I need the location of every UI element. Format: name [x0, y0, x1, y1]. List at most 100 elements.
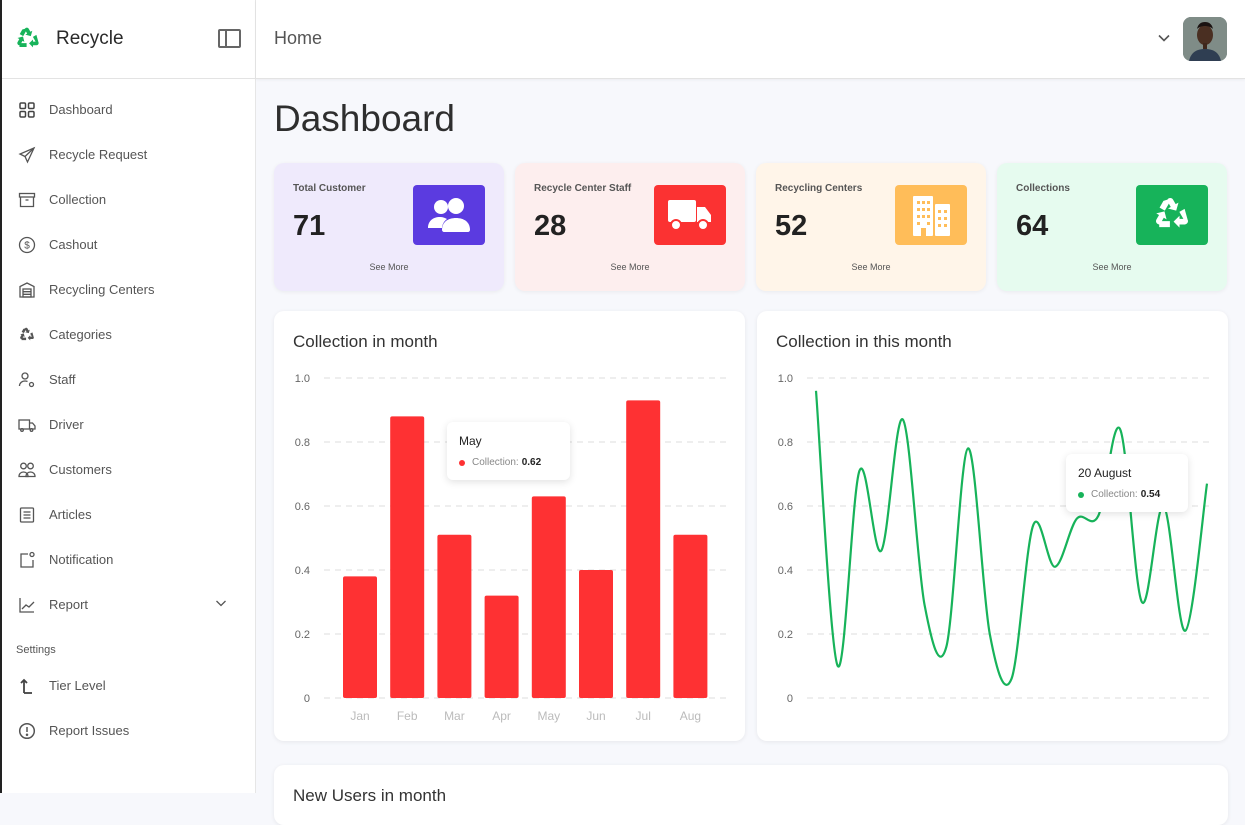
- new-users-panel: New Users in month: [274, 765, 1228, 825]
- chart-title: New Users in month: [293, 786, 446, 806]
- chevron-down-icon[interactable]: [215, 597, 227, 609]
- svg-text:$: $: [24, 240, 30, 251]
- sidebar-item-recycling-centers[interactable]: Recycling Centers: [2, 267, 255, 312]
- sidebar-item-label: Driver: [49, 417, 84, 432]
- y-tick-label: 0.8: [778, 437, 793, 449]
- sidebar-item-label: Report: [49, 597, 88, 612]
- sidebar-item-label: Dashboard: [49, 102, 113, 117]
- stat-label: Total Customer: [293, 183, 366, 194]
- truck-icon: [667, 198, 713, 232]
- chevron-down-icon[interactable]: [1157, 33, 1171, 43]
- bar: [579, 570, 613, 698]
- sidebar-item-label: Cashout: [49, 237, 97, 252]
- sidebar-nav: Dashboard Recycle Request Collection $ C…: [2, 79, 255, 753]
- sidebar-item-tier-level[interactable]: Tier Level: [2, 663, 255, 708]
- sidebar-item-staff[interactable]: Staff: [2, 357, 255, 402]
- sidebar-item-label: Articles: [49, 507, 92, 522]
- bar: [343, 576, 377, 698]
- sidebar-item-report-issues[interactable]: Report Issues: [2, 708, 255, 753]
- sidebar-item-label: Recycle Request: [49, 147, 147, 162]
- sidebar-item-collection[interactable]: Collection: [2, 177, 255, 222]
- sidebar-item-label: Customers: [49, 462, 112, 477]
- bar: [390, 416, 424, 698]
- stat-label: Recycle Center Staff: [534, 183, 631, 194]
- stat-card-recycling-centers[interactable]: Recycling Centers 52 See More: [756, 163, 986, 291]
- see-more-link[interactable]: See More: [997, 262, 1227, 272]
- avatar[interactable]: [1183, 17, 1227, 61]
- sidebar-item-recycle-request[interactable]: Recycle Request: [2, 132, 255, 177]
- sidebar-item-label: Notification: [49, 552, 113, 567]
- stat-card-total-customer[interactable]: Total Customer 71 See More: [274, 163, 504, 291]
- chart-tooltip: May Collection: 0.62: [447, 422, 570, 480]
- see-more-link[interactable]: See More: [515, 262, 745, 272]
- stat-value: 71: [293, 210, 325, 243]
- line-series-collection: [816, 391, 1207, 685]
- bar: [437, 535, 471, 698]
- x-tick-label: Jan: [350, 709, 369, 723]
- stat-value: 28: [534, 210, 566, 243]
- stat-icon-box: [413, 185, 485, 245]
- sidebar-item-notification[interactable]: Notification: [2, 537, 255, 582]
- chart-tooltip: 20 August Collection: 0.54: [1066, 454, 1188, 512]
- sidebar-item-label: Staff: [49, 372, 76, 387]
- x-tick-label: Aug: [680, 709, 701, 723]
- sidebar-item-label: Collection: [49, 192, 106, 207]
- send-icon: [18, 146, 36, 164]
- sidebar-item-label: Categories: [49, 327, 112, 342]
- y-tick-label: 0.2: [295, 629, 310, 641]
- tooltip-value: 0.62: [522, 457, 541, 468]
- tooltip-series: Collection:: [472, 457, 519, 468]
- sidebar: Recycle Dashboard Recycle Request Collec…: [0, 0, 256, 793]
- y-tick-label: 0.8: [295, 437, 310, 449]
- stat-icon-box: [1136, 185, 1208, 245]
- sidebar-item-report[interactable]: Report: [2, 582, 255, 627]
- y-tick-label: 1.0: [295, 373, 310, 385]
- topbar: Home: [256, 0, 1245, 79]
- sidebar-toggle-button[interactable]: [218, 29, 241, 48]
- breadcrumb-home[interactable]: Home: [274, 28, 322, 49]
- tooltip-row: Collection: 0.62: [459, 457, 558, 468]
- user-gear-icon: [18, 371, 36, 389]
- bar: [532, 496, 566, 698]
- x-tick-label: Jun: [586, 709, 605, 723]
- sidebar-item-cashout[interactable]: $ Cashout: [2, 222, 255, 267]
- recycle-logo-icon: [14, 25, 42, 53]
- settings-section-label: Settings: [2, 637, 255, 663]
- brand-name: Recycle: [56, 28, 124, 50]
- legend-dot: [459, 460, 465, 466]
- sidebar-item-categories[interactable]: Categories: [2, 312, 255, 357]
- sidebar-item-driver[interactable]: Driver: [2, 402, 255, 447]
- main-content: Dashboard Total Customer 71 See More Rec…: [256, 80, 1245, 793]
- sidebar-item-articles[interactable]: Articles: [2, 492, 255, 537]
- see-more-link[interactable]: See More: [274, 262, 504, 272]
- recycle-icon: [18, 326, 36, 344]
- brand: Recycle: [2, 0, 255, 79]
- x-tick-label: Apr: [492, 709, 511, 723]
- archive-box-icon: [18, 191, 36, 209]
- y-tick-label: 0: [787, 693, 793, 705]
- bar: [673, 535, 707, 698]
- stat-icon-box: [654, 185, 726, 245]
- x-tick-label: Mar: [444, 709, 465, 723]
- stat-label: Collections: [1016, 183, 1070, 194]
- chart-line-icon: [18, 596, 36, 614]
- stat-card-recycle-center-staff[interactable]: Recycle Center Staff 28 See More: [515, 163, 745, 291]
- bar-chart: 00.20.40.60.81.0JanFebMarAprMayJunJulAug: [274, 311, 745, 741]
- truck-icon: [18, 416, 36, 434]
- tooltip-title: 20 August: [1078, 466, 1176, 480]
- sidebar-item-customers[interactable]: Customers: [2, 447, 255, 492]
- sidebar-item-dashboard[interactable]: Dashboard: [2, 87, 255, 132]
- stat-card-collections[interactable]: Collections 64 See More: [997, 163, 1227, 291]
- building-icon: [911, 194, 951, 236]
- bar: [626, 400, 660, 698]
- stat-value: 64: [1016, 210, 1048, 243]
- y-tick-label: 1.0: [778, 373, 793, 385]
- users-icon: [427, 197, 471, 233]
- collection-this-month-panel: Collection in this month 00.20.40.60.81.…: [757, 311, 1228, 741]
- see-more-link[interactable]: See More: [756, 262, 986, 272]
- stat-icon-box: [895, 185, 967, 245]
- y-tick-label: 0.4: [295, 565, 310, 577]
- dollar-circle-icon: $: [18, 236, 36, 254]
- y-tick-label: 0.2: [778, 629, 793, 641]
- x-tick-label: Feb: [397, 709, 418, 723]
